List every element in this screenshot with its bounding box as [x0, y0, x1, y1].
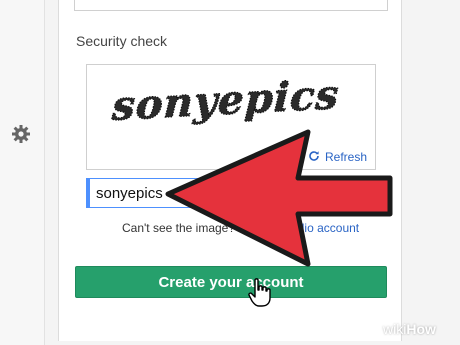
captcha-text: sonyepics: [110, 71, 340, 130]
watermark-prefix: wiki: [383, 321, 407, 337]
watermark-suffix: How: [406, 321, 436, 337]
security-check-label: Security check: [76, 33, 168, 49]
wikihow-watermark: wikiHow: [383, 321, 436, 337]
arrow-icon: [165, 129, 393, 267]
previous-field[interactable]: [74, 0, 388, 11]
pointer-hand-icon: [248, 278, 271, 307]
wikihow-leaf-icon: [370, 324, 380, 334]
left-sidebar: [0, 0, 45, 345]
captcha-image: sonyepics: [110, 71, 341, 131]
gear-icon[interactable]: [11, 124, 31, 144]
